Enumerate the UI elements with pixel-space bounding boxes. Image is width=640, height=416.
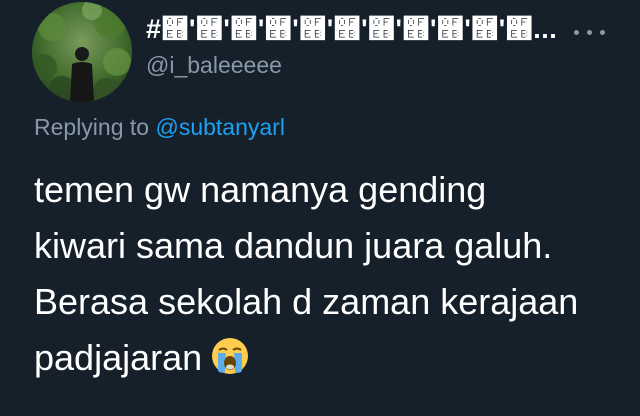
reply-to-handle-link[interactable]: @subtanyarl bbox=[155, 114, 284, 140]
avatar[interactable] bbox=[32, 2, 132, 102]
tweet-card: #࿫'࿫'࿫'࿫'࿫'࿫'࿫'࿫'࿫'࿫'࿫... @i_baleeeee Re… bbox=[0, 0, 640, 416]
user-handle[interactable]: @i_baleeeee bbox=[146, 52, 282, 79]
tweet-text-line: kiwari sama dandun juara galuh. bbox=[34, 225, 553, 266]
loudly-crying-face-icon bbox=[210, 336, 250, 392]
tweet-text-line: temen gw namanya gending bbox=[34, 169, 487, 210]
tweet-text-line: padjajaran bbox=[34, 337, 203, 378]
tweet-text-last-line: padjajaran bbox=[34, 330, 624, 392]
reply-prefix: Replying to bbox=[34, 114, 150, 140]
tweet-text: temen gw namanya gending kiwari sama dan… bbox=[34, 162, 624, 392]
replying-to-line: Replying to @subtanyarl bbox=[34, 114, 285, 141]
display-name[interactable]: #࿫'࿫'࿫'࿫'࿫'࿫'࿫'࿫'࿫'࿫'࿫... bbox=[146, 14, 557, 45]
tweet-text-line: Berasa sekolah d zaman kerajaan bbox=[34, 281, 579, 322]
more-options-button[interactable] bbox=[570, 22, 610, 42]
more-horizontal-icon bbox=[574, 30, 579, 35]
